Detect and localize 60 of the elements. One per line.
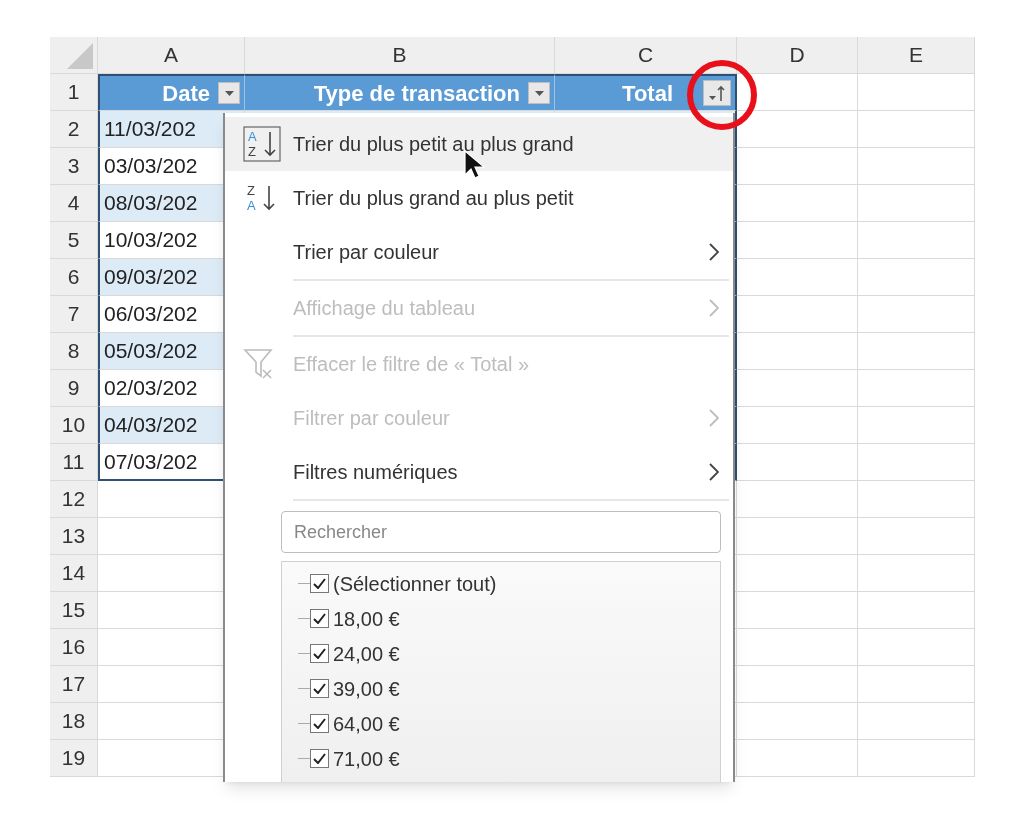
value-label: 18,00 € bbox=[333, 606, 400, 632]
chevron-right-icon bbox=[709, 243, 719, 261]
checkmark-icon bbox=[313, 753, 326, 764]
header-text: Type de transaction bbox=[313, 79, 520, 108]
sort-ascending-icon: A Z bbox=[243, 126, 281, 162]
value-label: (Sélectionner tout) bbox=[333, 571, 497, 597]
column-header[interactable]: E bbox=[858, 37, 975, 74]
corner-triangle-icon bbox=[67, 43, 93, 69]
checkmark-icon bbox=[313, 578, 326, 589]
sort-filter-button[interactable] bbox=[703, 80, 731, 106]
chevron-right-icon bbox=[709, 409, 719, 427]
filter-dropdown-button[interactable] bbox=[218, 82, 240, 104]
row-header[interactable]: 13 bbox=[50, 518, 98, 555]
column-header[interactable]: B bbox=[245, 37, 555, 74]
row-header[interactable]: 11 bbox=[50, 444, 98, 481]
highlight-circle-icon bbox=[686, 59, 758, 131]
row-header[interactable]: 14 bbox=[50, 555, 98, 592]
value-label: 24,00 € bbox=[333, 641, 400, 667]
header-text: Total bbox=[622, 79, 673, 108]
row-header[interactable]: 19 bbox=[50, 740, 98, 777]
row-header[interactable]: 7 bbox=[50, 296, 98, 333]
row-header[interactable]: 9 bbox=[50, 370, 98, 407]
row-header[interactable]: 18 bbox=[50, 703, 98, 740]
value-label: 64,00 € bbox=[333, 711, 400, 737]
checkmark-icon bbox=[313, 613, 326, 624]
checkmark-icon bbox=[313, 648, 326, 659]
value-checkbox[interactable] bbox=[310, 574, 329, 593]
row-header[interactable]: 12 bbox=[50, 481, 98, 518]
row-header[interactable]: 3 bbox=[50, 148, 98, 185]
row-header[interactable]: 15 bbox=[50, 592, 98, 629]
column-header[interactable]: D bbox=[737, 37, 858, 74]
value-checkbox[interactable] bbox=[310, 679, 329, 698]
value-checkbox[interactable] bbox=[310, 609, 329, 628]
column-header[interactable]: C bbox=[555, 37, 737, 74]
row-header[interactable]: 6 bbox=[50, 259, 98, 296]
caret-icon bbox=[224, 90, 234, 96]
checkmark-icon bbox=[313, 718, 326, 729]
column-header[interactable]: A bbox=[98, 37, 245, 74]
row-header[interactable]: 16 bbox=[50, 629, 98, 666]
header-text: Date bbox=[162, 79, 210, 108]
checkmark-icon bbox=[313, 683, 326, 694]
caret-icon bbox=[534, 90, 544, 96]
caret-up-arrow-icon bbox=[707, 84, 727, 102]
value-checkbox[interactable] bbox=[310, 714, 329, 733]
row-header[interactable]: 8 bbox=[50, 333, 98, 370]
chevron-right-icon bbox=[709, 299, 719, 317]
row-header[interactable]: 1 bbox=[50, 74, 98, 111]
value-label: 71,00 € bbox=[333, 746, 400, 772]
row-header[interactable]: 2 bbox=[50, 111, 98, 148]
row-header[interactable]: 17 bbox=[50, 666, 98, 703]
chevron-right-icon bbox=[709, 463, 719, 481]
value-label: 39,00 € bbox=[333, 676, 400, 702]
menu-item[interactable]: A Z Trier du plus petit au plus grand bbox=[225, 117, 733, 171]
row-header[interactable]: 10 bbox=[50, 407, 98, 444]
row-header[interactable]: 4 bbox=[50, 185, 98, 222]
value-checkbox[interactable] bbox=[310, 644, 329, 663]
search-field[interactable]: Rechercher bbox=[281, 511, 721, 553]
row-header[interactable]: 5 bbox=[50, 222, 98, 259]
filter-dropdown-button[interactable] bbox=[528, 82, 550, 104]
value-checkbox[interactable] bbox=[310, 749, 329, 768]
